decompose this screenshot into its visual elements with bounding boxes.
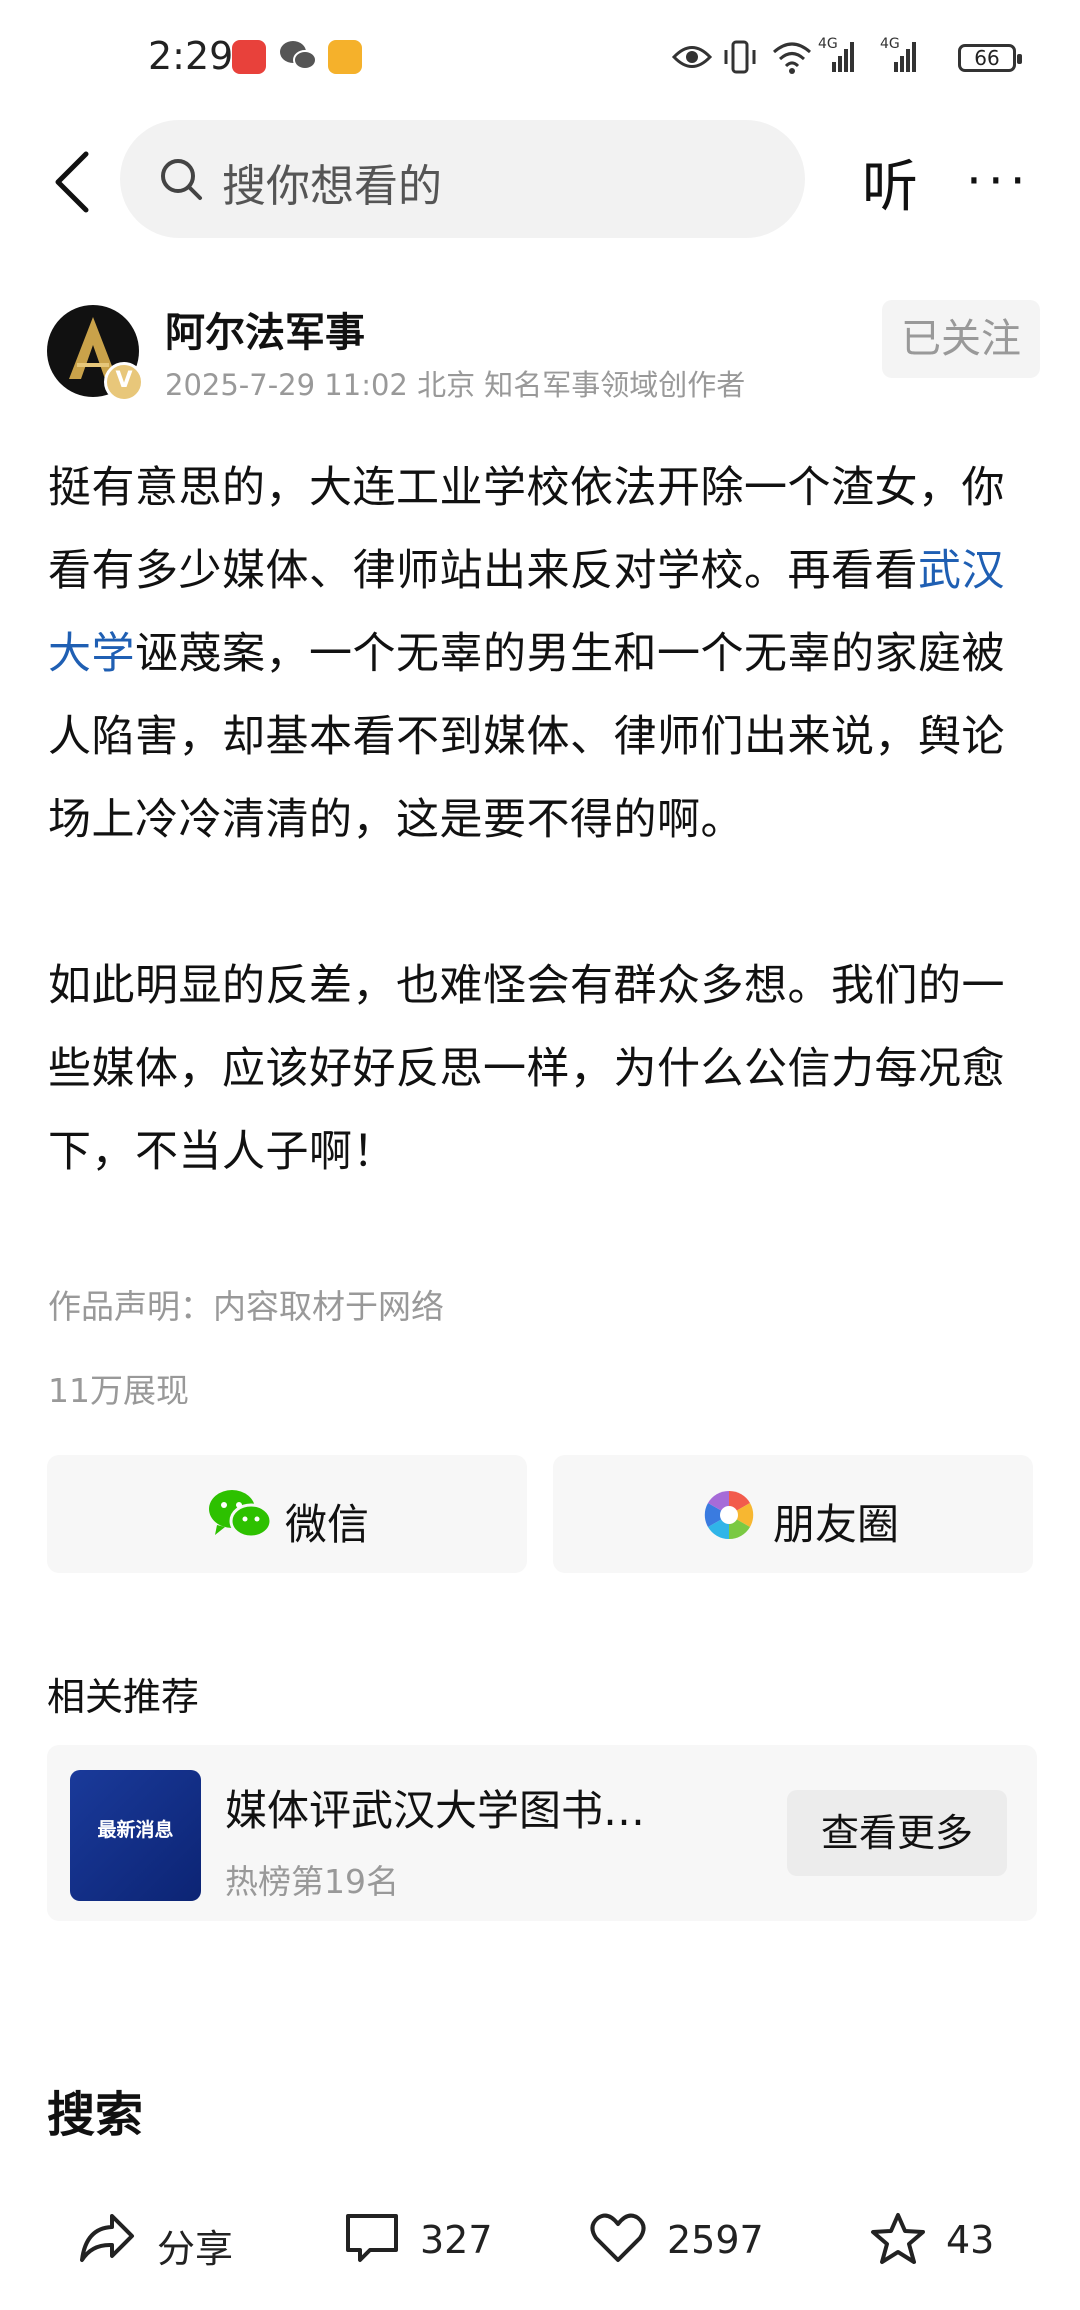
vibrate-icon — [722, 40, 758, 78]
article-paragraph: 如此明显的反差，也难怪会有群众多想。我们的一些媒体，应该好好反思一样，为什么公信… — [48, 961, 1005, 1177]
notes-app-icon — [328, 40, 362, 74]
favorite-count: 43 — [946, 2218, 995, 2262]
eye-icon — [671, 44, 713, 74]
favorite-button[interactable] — [870, 2212, 926, 2270]
related-item[interactable]: 最新消息 媒体评武汉大学图书… 热榜第19名 查看更多 — [47, 1745, 1037, 1921]
article-body: 挺有意思的，大连工业学校依法开除一个渣女，你看有多少媒体、律师站出来反对学校。再… — [48, 447, 1038, 1194]
battery-icon: 66 — [958, 44, 1022, 72]
author-name[interactable]: 阿尔法军事 — [165, 300, 365, 358]
share-action-label: 分享 — [157, 2227, 234, 2271]
article-paragraph: 挺有意思的，大连工业学校依法开除一个渣女，你看有多少媒体、律师站出来反对学校。再… — [48, 463, 1005, 845]
related-headline[interactable]: 媒体评武汉大学图书… — [225, 1777, 645, 1838]
content-declaration: 作品声明：内容取材于网络 — [48, 1287, 444, 1326]
share-icon — [80, 2214, 134, 2262]
heart-icon — [590, 2213, 646, 2262]
like-button[interactable] — [590, 2212, 646, 2268]
star-icon — [871, 2213, 925, 2264]
share-action-button[interactable] — [78, 2212, 136, 2268]
author-meta: 2025-7-29 11:02 北京 知名军事领域创作者 — [165, 368, 746, 402]
listen-button[interactable]: 听 — [862, 142, 918, 223]
related-section-title: 相关推荐 — [47, 1675, 200, 1719]
wechat-notification-icon — [278, 38, 318, 78]
search-icon — [161, 159, 202, 200]
comment-button[interactable] — [344, 2212, 400, 2268]
comment-count: 327 — [420, 2218, 493, 2262]
wechat-label: 微信 — [285, 1500, 370, 1549]
related-rank: 热榜第19名 — [225, 1862, 399, 1901]
wifi-icon — [772, 40, 812, 78]
huawei-app-icon — [232, 40, 266, 74]
related-thumbnail: 最新消息 — [70, 1770, 201, 1901]
back-button[interactable] — [48, 150, 96, 214]
moments-label: 朋友圈 — [773, 1500, 900, 1549]
share-wechat-button[interactable]: 微信 — [47, 1455, 527, 1573]
status-bar: 2:29 4G 4G 66 — [0, 0, 1080, 120]
share-moments-button[interactable]: 朋友圈 — [553, 1455, 1033, 1573]
search-section-heading: 搜索 — [47, 2087, 144, 2143]
view-count: 11万展现 — [48, 1371, 189, 1410]
chevron-left-icon — [55, 151, 89, 213]
wechat-icon — [209, 1490, 273, 1539]
more-options-icon[interactable]: ··· — [966, 152, 1032, 210]
search-placeholder[interactable]: 搜你想看的 — [222, 150, 442, 214]
moments-icon — [704, 1490, 754, 1540]
see-more-button[interactable]: 查看更多 — [787, 1790, 1007, 1876]
status-time: 2:29 — [148, 34, 234, 78]
comment-icon — [346, 2214, 398, 2262]
verified-badge: V — [104, 362, 144, 402]
like-count: 2597 — [667, 2218, 764, 2262]
follow-button[interactable]: 已关注 — [882, 300, 1040, 378]
